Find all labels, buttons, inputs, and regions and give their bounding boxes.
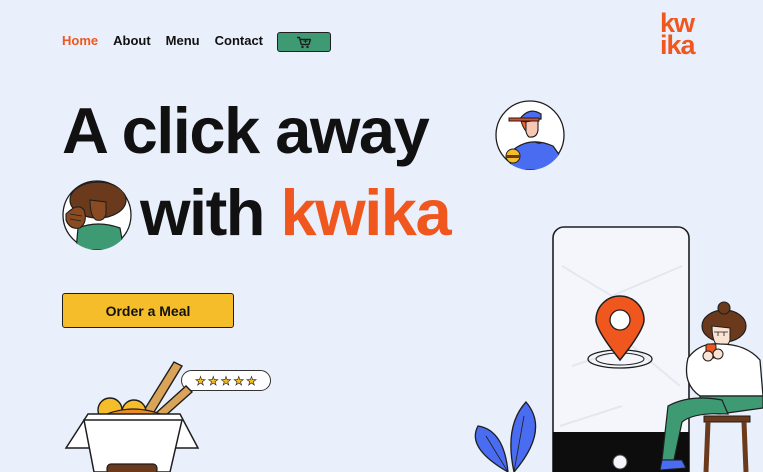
noodle-box-illustration	[64, 361, 200, 472]
nav-about-link[interactable]: About	[113, 33, 151, 48]
star-icon: ★	[246, 373, 257, 388]
seated-woman-illustration	[660, 301, 763, 472]
star-icon: ★	[220, 373, 232, 388]
hero-title-line-1: A click away	[62, 94, 430, 167]
main-nav: Home About Menu Contact	[62, 33, 278, 48]
delivery-person-avatar	[495, 100, 565, 170]
nav-menu-link[interactable]: Menu	[166, 33, 200, 48]
logo-line-2: ika	[660, 30, 696, 60]
cart-button[interactable]	[277, 32, 331, 52]
nav-contact-link[interactable]: Contact	[215, 33, 263, 48]
plant-leaves-illustration	[474, 401, 537, 472]
star-icon: ★	[233, 373, 245, 388]
hero-brand-word: kwika	[280, 176, 452, 249]
customer-eating-avatar	[62, 180, 132, 250]
nav-home-link[interactable]: Home	[62, 33, 98, 48]
shopping-cart-icon	[297, 36, 312, 48]
hero-title-prefix: with	[140, 176, 281, 249]
hero-title-line-2: with kwika	[140, 180, 452, 245]
order-meal-button[interactable]: Order a Meal	[62, 293, 234, 328]
kwika-logo[interactable]: kw ika	[660, 10, 708, 60]
